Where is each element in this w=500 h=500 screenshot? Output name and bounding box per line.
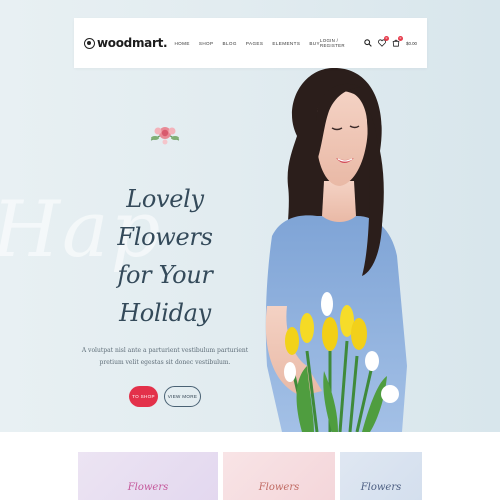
hero-title-line1: Lovely Flowers [117,185,213,251]
login-register-link[interactable]: LOGIN / REGISTER [320,38,358,48]
cart-button[interactable]: 0 [392,35,403,48]
hero-photo [265,67,407,432]
main-nav: HOME SHOP BLOG PAGES ELEMENTS BUY [174,41,320,46]
nav-item-shop[interactable]: SHOP [199,41,214,46]
hero-copy: Lovely Flowers for Your Holiday A volutp… [80,120,250,407]
header-actions: LOGIN / REGISTER 0 0 $0.00 [320,35,417,48]
hero-description-line1: A volutpat nisl ante a parturient vestib… [81,347,249,354]
cart-total[interactable]: $0.00 [406,41,417,46]
category-card-2-label: Flowers [258,482,300,493]
hero-title-line2: for Your Holiday [117,261,213,327]
category-card-2[interactable]: Flowers [223,452,335,500]
nav-item-home[interactable]: HOME [174,41,189,46]
logo-icon [84,37,95,49]
category-card-3[interactable]: Flowers [340,452,422,500]
floral-icon [150,127,180,145]
nav-item-buy[interactable]: BUY [309,41,320,46]
hero-description-line2: pretium velit egestas sit donec vestibul… [99,359,231,366]
wishlist-count-badge: 0 [384,35,389,41]
to-shop-button[interactable]: TO SHOP [129,386,158,407]
category-card-1[interactable]: Flowers [78,452,218,500]
nav-item-blog[interactable]: BLOG [222,41,236,46]
view-more-button[interactable]: VIEW MORE [164,386,201,407]
hero-description: A volutpat nisl ante a parturient vestib… [80,345,250,369]
cart-count-badge: 0 [398,35,403,41]
logo-text: woodmart. [97,36,168,50]
hero-buttons: TO SHOP VIEW MORE [80,386,250,407]
nav-item-pages[interactable]: PAGES [246,41,264,46]
nav-item-elements[interactable]: ELEMENTS [272,41,300,46]
wishlist-button[interactable]: 0 [378,35,389,48]
logo[interactable]: woodmart. [84,36,170,50]
search-icon[interactable] [364,39,372,48]
site-header: woodmart. HOME SHOP BLOG PAGES ELEMENTS … [74,18,427,68]
category-card-3-label: Flowers [360,482,402,493]
category-card-1-label: Flowers [127,482,169,493]
hero-title: Lovely Flowers for Your Holiday [80,180,250,332]
